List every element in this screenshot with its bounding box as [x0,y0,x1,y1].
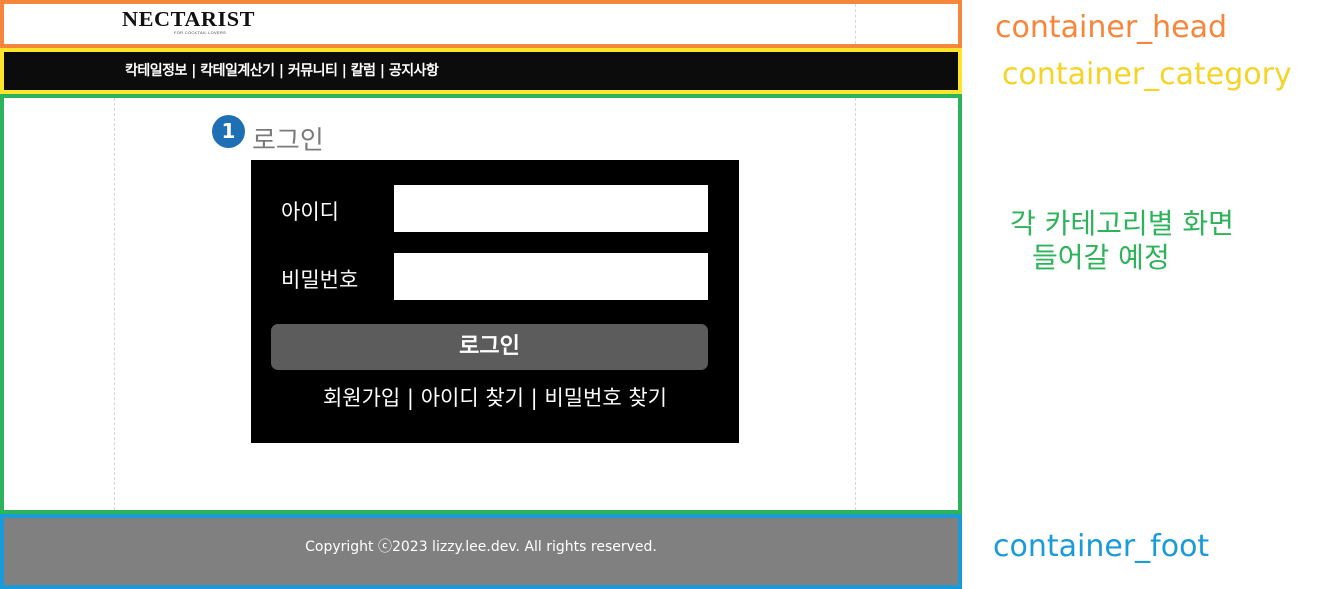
password-input[interactable] [394,253,708,300]
password-label: 비밀번호 [281,268,359,292]
guide-line-left [114,98,115,510]
container-main: 1 로그인 아이디 비밀번호 로그인 회원가입 | 아이디 찾기 | 비밀번호 … [0,94,962,514]
link-separator: | [523,386,545,410]
annotation-main: 각 카테고리별 화면 들어갈 예정 [1010,207,1234,275]
annotation-main-line2: 들어갈 예정 [1032,241,1170,274]
find-password-link[interactable]: 비밀번호 찾기 [544,386,667,410]
logo-text: NECTARIST [122,7,256,31]
login-panel: 아이디 비밀번호 로그인 회원가입 | 아이디 찾기 | 비밀번호 찾기 [251,160,739,443]
find-id-link[interactable]: 아이디 찾기 [421,386,524,410]
annotation-foot: container_foot [993,529,1210,564]
page-title: 로그인 [252,126,324,156]
container-category: 칵테일정보 | 칵테일계산기 | 커뮤니티 | 칼럼 | 공지사항 [0,48,962,94]
id-input[interactable] [394,185,708,232]
link-separator: | [400,386,421,410]
copyright-text: Copyright ⓒ2023 lizzy.lee.dev. All right… [305,539,657,555]
step-number-badge: 1 [212,115,245,148]
annotation-category: container_category [1002,57,1292,92]
category-menu[interactable]: 칵테일정보 | 칵테일계산기 | 커뮤니티 | 칼럼 | 공지사항 [125,60,439,80]
id-label: 아이디 [281,200,339,224]
annotation-main-line1: 각 카테고리별 화면 [1010,207,1234,240]
container-head: NECTARIST FOR COCKTAIL LOVERS [0,0,962,48]
site-logo[interactable]: NECTARIST FOR COCKTAIL LOVERS [122,8,254,35]
annotation-head: container_head [995,10,1228,45]
login-button[interactable]: 로그인 [271,324,708,370]
guide-line-right [855,4,856,44]
guide-line-right [855,98,856,510]
container-foot: Copyright ⓒ2023 lizzy.lee.dev. All right… [0,514,962,589]
account-links: 회원가입 | 아이디 찾기 | 비밀번호 찾기 [251,382,739,412]
signup-link[interactable]: 회원가입 [323,386,400,410]
